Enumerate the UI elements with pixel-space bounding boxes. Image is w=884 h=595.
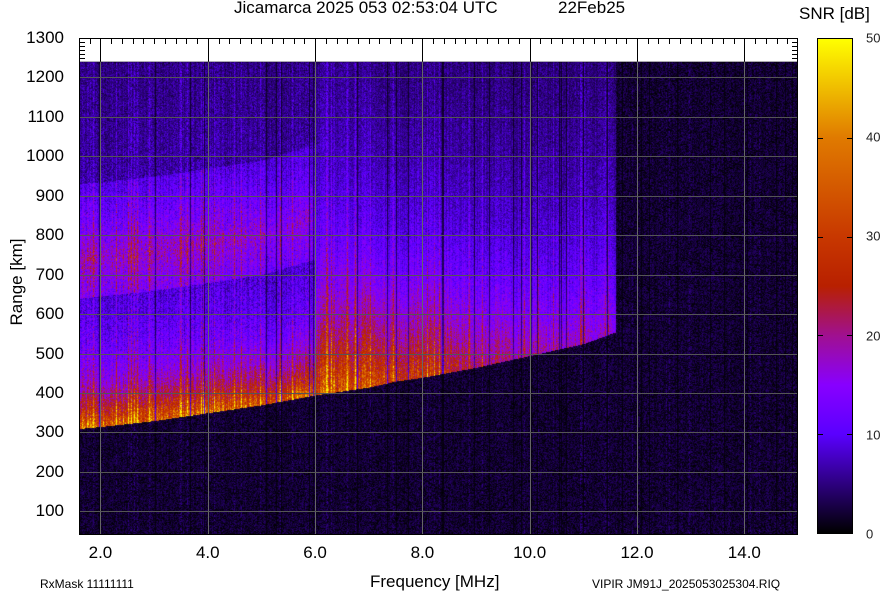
y-tick-label: 100 xyxy=(35,501,64,521)
x-tick-label: 8.0 xyxy=(410,543,435,562)
x-tick-label: 12.0 xyxy=(620,543,654,562)
y-tick-label: 500 xyxy=(35,343,64,363)
colorbar-tick xyxy=(847,137,852,139)
y-tick-label: 900 xyxy=(35,185,64,205)
colorbar-tick xyxy=(818,335,823,337)
y-tick-label: 300 xyxy=(35,422,64,442)
rxmask-label: RxMask 11111111 xyxy=(40,577,134,591)
x-tick-label: 6.0 xyxy=(303,543,327,562)
chart-title: Jicamarca 2025 053 02:53:04 UTC xyxy=(234,0,498,17)
colorbar-tick-label: 50 xyxy=(866,30,881,46)
plot-border xyxy=(79,38,798,535)
x-tick-label: 2.0 xyxy=(88,543,113,562)
x-tick-label: 4.0 xyxy=(195,543,220,562)
y-tick-label: 700 xyxy=(35,264,64,284)
colorbar-tick-label: 20 xyxy=(866,328,881,344)
colorbar xyxy=(817,38,853,534)
colorbar-tick-label: 0 xyxy=(866,526,874,542)
colorbar-tick xyxy=(818,236,823,238)
y-tick-label: 400 xyxy=(35,383,64,402)
y-tick-label: 600 xyxy=(35,304,64,324)
colorbar-tick xyxy=(847,434,852,436)
y-tick-label: 1200 xyxy=(26,67,64,87)
colorbar-title: SNR [dB] xyxy=(799,4,870,23)
x-axis-label: Frequency [MHz] xyxy=(370,572,500,591)
colorbar-tick xyxy=(847,335,852,337)
colorbar-tick xyxy=(818,434,823,436)
y-tick-label: 1000 xyxy=(26,146,64,166)
colorbar-tick-label: 30 xyxy=(866,228,881,244)
file-name-label: VIPIR JM91J_2025053025304.RIQ xyxy=(592,577,781,591)
x-tick-label: 10.0 xyxy=(513,543,547,562)
ionogram-plot-area xyxy=(79,38,798,535)
colorbar-tick-label: 10 xyxy=(866,427,881,443)
y-tick-label: 200 xyxy=(35,461,64,481)
colorbar-tick xyxy=(847,236,852,238)
chart-date: 22Feb25 xyxy=(558,0,626,17)
y-tick-label: 1100 xyxy=(27,106,64,126)
y-tick-label: 1300 xyxy=(26,28,64,47)
plot-grid xyxy=(79,38,798,535)
colorbar-tick-label: 40 xyxy=(866,129,881,145)
x-tick-label: 14.0 xyxy=(727,543,761,562)
colorbar-tick xyxy=(818,137,823,139)
y-tick-label: 800 xyxy=(35,225,64,245)
y-axis-label: Range [km] xyxy=(7,238,26,326)
